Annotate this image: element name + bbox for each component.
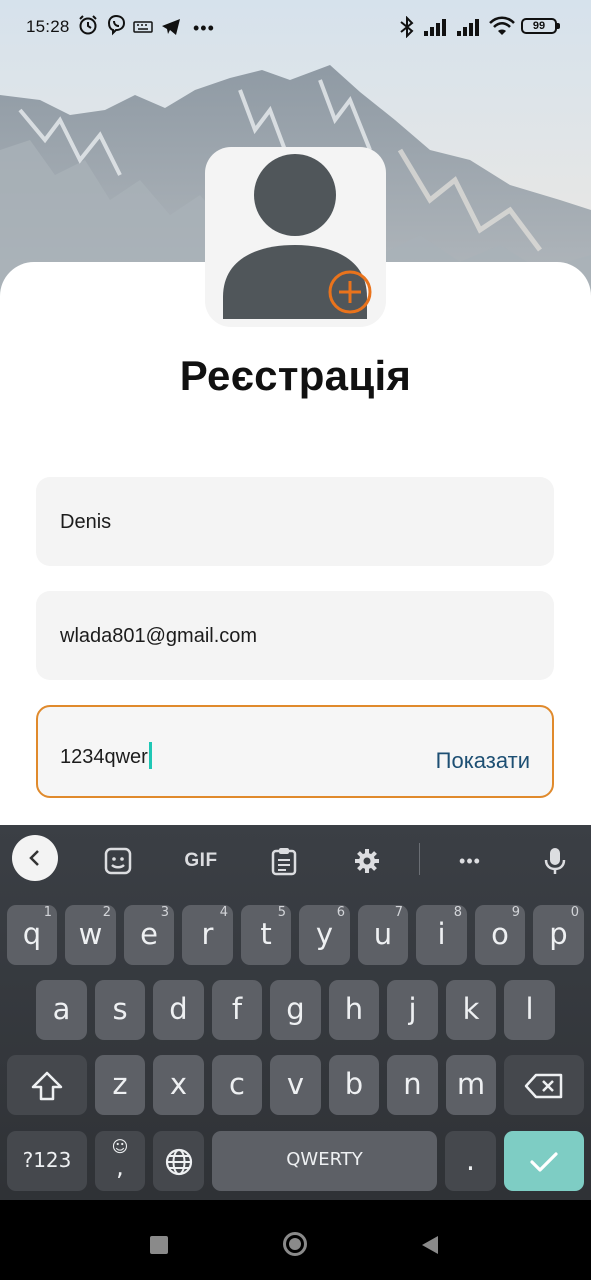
- key-r[interactable]: r4: [182, 905, 233, 965]
- avatar-picker[interactable]: [205, 147, 386, 327]
- telegram-icon: [160, 17, 182, 42]
- keyboard-toolbar: GIF •••: [0, 825, 591, 895]
- gear-icon[interactable]: [345, 839, 389, 883]
- globe-icon: [165, 1148, 192, 1176]
- backspace-key[interactable]: [504, 1055, 584, 1115]
- status-bar: 15:28 ••• 99: [0, 0, 591, 54]
- signal-icon: [423, 17, 451, 42]
- more-icon[interactable]: •••: [448, 839, 492, 883]
- signal-icon: [456, 17, 484, 42]
- more-icon: •••: [193, 18, 215, 38]
- email-field[interactable]: wlada801@gmail.com: [36, 591, 554, 680]
- bluetooth-icon: [398, 15, 416, 43]
- key-h[interactable]: h: [329, 980, 379, 1040]
- back-icon[interactable]: [12, 835, 58, 881]
- emoji-comma-key[interactable]: ☺ ,: [95, 1131, 145, 1191]
- home-button[interactable]: [283, 1232, 307, 1256]
- recents-button[interactable]: [150, 1236, 168, 1254]
- key-c[interactable]: c: [212, 1055, 262, 1115]
- key-p[interactable]: p0: [533, 905, 584, 965]
- key-o[interactable]: o9: [475, 905, 525, 965]
- name-field-value: Denis: [60, 511, 112, 533]
- key-w[interactable]: w2: [65, 905, 116, 965]
- plus-circle-icon[interactable]: [326, 268, 374, 316]
- shift-icon: [31, 1071, 63, 1101]
- key-g[interactable]: g: [270, 980, 321, 1040]
- enter-key[interactable]: [504, 1131, 584, 1191]
- key-f[interactable]: f: [212, 980, 262, 1040]
- key-a[interactable]: a: [36, 980, 87, 1040]
- home-icon: [289, 1238, 301, 1250]
- key-d[interactable]: d: [153, 980, 204, 1040]
- symbols-key[interactable]: ?123: [7, 1131, 87, 1191]
- key-n[interactable]: n: [387, 1055, 438, 1115]
- name-field[interactable]: Denis: [36, 477, 554, 566]
- mic-icon[interactable]: [533, 839, 577, 883]
- viber-icon: [105, 14, 127, 41]
- key-b[interactable]: b: [329, 1055, 379, 1115]
- key-k[interactable]: k: [446, 980, 496, 1040]
- page-title: Реєстрація: [179, 352, 412, 399]
- keyboard: GIF ••• q1 w2 e3 r4 t5 y6 u7 i8 o9 p0 a …: [0, 825, 591, 1200]
- key-m[interactable]: m: [446, 1055, 496, 1115]
- show-password-button[interactable]: Показати: [436, 748, 530, 774]
- back-nav-button[interactable]: [421, 1235, 439, 1255]
- system-navigation-bar: [0, 1200, 591, 1280]
- email-field-value: wlada801@gmail.com: [60, 625, 258, 647]
- key-e[interactable]: e3: [124, 905, 174, 965]
- text-cursor: [148, 742, 152, 769]
- key-i[interactable]: i8: [416, 905, 467, 965]
- sticker-icon[interactable]: [96, 839, 140, 883]
- clipboard-icon[interactable]: [262, 839, 306, 883]
- key-s[interactable]: s: [95, 980, 145, 1040]
- key-x[interactable]: x: [153, 1055, 204, 1115]
- key-l[interactable]: l: [504, 980, 555, 1040]
- battery-icon: 99: [521, 18, 560, 34]
- key-v[interactable]: v: [270, 1055, 321, 1115]
- backspace-icon: [524, 1073, 563, 1099]
- key-y[interactable]: y6: [299, 905, 350, 965]
- toolbar-divider: [419, 843, 420, 875]
- period-key[interactable]: .: [445, 1131, 496, 1191]
- key-q[interactable]: q1: [7, 905, 57, 965]
- gif-button[interactable]: GIF: [179, 839, 223, 883]
- status-time: 15:28: [26, 17, 70, 36]
- key-z[interactable]: z: [95, 1055, 145, 1115]
- check-icon: [530, 1152, 558, 1172]
- key-j[interactable]: j: [387, 980, 438, 1040]
- keyboard-icon: [133, 19, 153, 39]
- key-t[interactable]: t5: [241, 905, 291, 965]
- shift-key[interactable]: [7, 1055, 87, 1115]
- alarm-icon: [77, 14, 99, 41]
- key-u[interactable]: u7: [358, 905, 408, 965]
- password-field[interactable]: 1234qwer Показати: [36, 705, 554, 798]
- language-key[interactable]: [153, 1131, 204, 1191]
- wifi-icon: [489, 16, 515, 41]
- password-field-value: 1234qwer: [60, 742, 152, 769]
- space-key[interactable]: QWERTY: [212, 1131, 437, 1191]
